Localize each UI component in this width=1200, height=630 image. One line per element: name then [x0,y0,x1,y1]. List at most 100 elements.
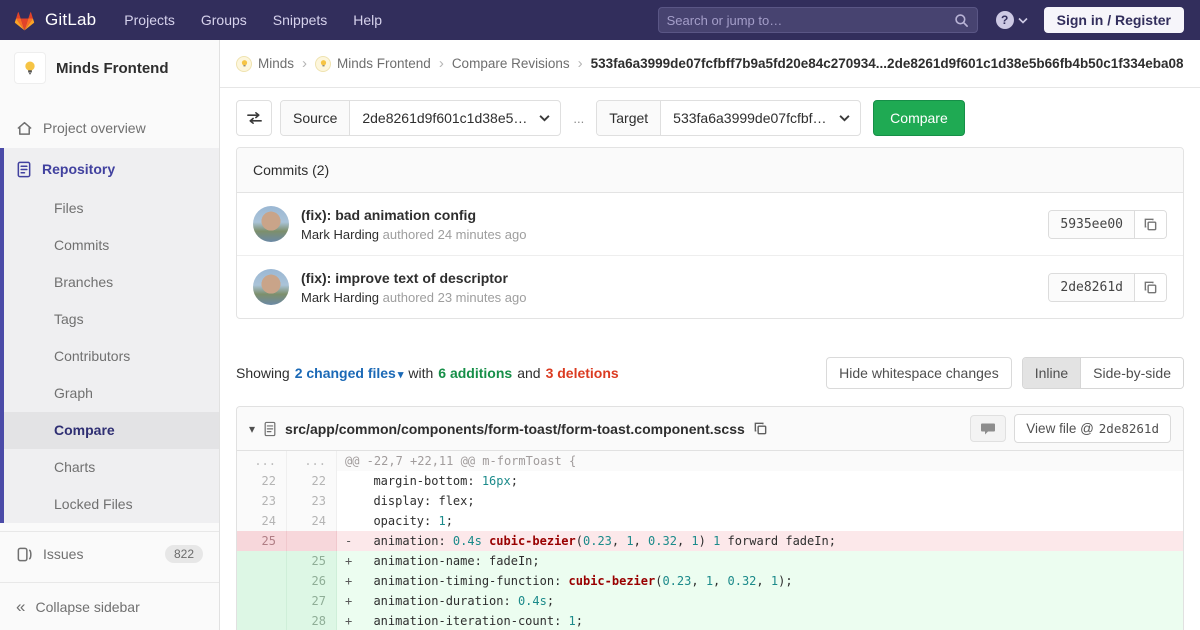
diff-line: 2323 display: flex; [237,491,1183,511]
new-line-number[interactable]: 23 [287,491,337,511]
minds-avatar [236,56,252,72]
gitlab-home-link[interactable]: GitLab [12,8,96,33]
chevron-right-icon: › [302,55,307,72]
old-line-number[interactable] [237,571,287,591]
side-by-side-view-button[interactable]: Side-by-side [1080,358,1183,388]
content-area: Source 2de8261d9f601c1d38e5… ... Target … [220,100,1200,630]
sidebar-nav: Project overview Repository Files Commit… [0,108,219,576]
old-line-number[interactable]: 24 [237,511,287,531]
commit-title-link[interactable]: (fix): bad animation config [301,207,526,223]
project-avatar [14,52,46,84]
diff-code: opacity: 1; [337,511,1183,531]
new-line-number[interactable] [287,531,337,551]
old-line-number[interactable]: 23 [237,491,287,511]
chevron-right-icon: › [439,55,444,72]
commit-meta-text: authored 24 minutes ago [383,227,527,242]
breadcrumb-minds-frontend[interactable]: Minds Frontend [315,56,431,72]
sidebar-item-compare[interactable]: Compare [4,412,219,449]
issues-icon [16,546,33,563]
breadcrumb-compare-revisions[interactable]: Compare Revisions [452,56,570,71]
collapse-sidebar-button[interactable]: « Collapse sidebar [0,582,219,630]
diff-code: @@ -22,7 +22,11 @@ m-formToast { [337,451,1183,471]
commit-author-link[interactable]: Mark Harding [301,290,379,305]
help-menu[interactable]: ? [996,11,1028,29]
question-icon: ? [996,11,1014,29]
range-separator: ... [569,111,588,126]
new-line-number[interactable]: 24 [287,511,337,531]
document-icon [16,161,32,178]
new-line-number[interactable]: ... [287,451,337,471]
diff-line: 2424 opacity: 1; [237,511,1183,531]
sidebar-item-commits[interactable]: Commits [4,227,219,264]
sidebar-item-issues[interactable]: Issues 822 [0,532,219,576]
old-line-number[interactable] [237,591,287,611]
sidebar-item-project-overview[interactable]: Project overview [0,108,219,148]
home-icon [16,120,33,137]
commit-author-link[interactable]: Mark Harding [301,227,379,242]
old-line-number[interactable]: 25 [237,531,287,551]
view-file-sha: 2de8261d [1099,421,1159,436]
diff-sign [345,511,359,531]
old-line-number[interactable] [237,611,287,630]
hide-whitespace-button[interactable]: Hide whitespace changes [826,357,1012,389]
collapse-diff-caret[interactable]: ▾ [249,422,255,436]
diff-sign: + [345,591,359,611]
primary-nav: Projects Groups Snippets Help [124,12,382,28]
sidebar-item-branches[interactable]: Branches [4,264,219,301]
new-line-number[interactable]: 25 [287,551,337,571]
sidebar-item-locked-files[interactable]: Locked Files [4,486,219,523]
breadcrumb-minds[interactable]: Minds [236,56,294,72]
new-line-number[interactable]: 28 [287,611,337,630]
project-context[interactable]: Minds Frontend [0,40,219,94]
old-line-number[interactable]: ... [237,451,287,471]
sidebar-item-graph[interactable]: Graph [4,375,219,412]
commit-sha-link[interactable]: 2de8261d [1049,274,1134,301]
sign-in-register-button[interactable]: Sign in / Register [1044,7,1184,33]
compare-button[interactable]: Compare [873,100,965,136]
sidebar-item-contributors[interactable]: Contributors [4,338,219,375]
commit-row: (fix): bad animation config Mark Harding… [237,193,1183,255]
nav-link-snippets[interactable]: Snippets [273,12,327,28]
project-title: Minds Frontend [56,60,169,77]
old-line-number[interactable] [237,551,287,571]
sidebar-item-files[interactable]: Files [4,190,219,227]
diff-code: + animation-timing-function: cubic-bezie… [337,571,1183,591]
view-file-button[interactable]: View file @ 2de8261d [1014,414,1171,443]
changed-files-dropdown[interactable]: 2 changed files▾ [295,365,404,381]
commit-title-link[interactable]: (fix): improve text of descriptor [301,270,526,286]
diff-line: ......@@ -22,7 +22,11 @@ m-formToast { [237,451,1183,471]
diff-sign: + [345,611,359,630]
diff-code: display: flex; [337,491,1183,511]
sidebar-item-charts[interactable]: Charts [4,449,219,486]
nav-link-help[interactable]: Help [353,12,382,28]
page: GitLab Projects Groups Snippets Help ? [0,0,1200,630]
commit-sha-link[interactable]: 5935ee00 [1049,211,1134,238]
source-ref-dropdown[interactable]: Source 2de8261d9f601c1d38e5… [280,100,561,136]
new-line-number[interactable]: 27 [287,591,337,611]
nav-link-groups[interactable]: Groups [201,12,247,28]
new-line-number[interactable]: 22 [287,471,337,491]
diff-code: + animation-name: fadeIn; [337,551,1183,571]
toggle-comments-button[interactable] [970,415,1006,442]
nav-link-projects[interactable]: Projects [124,12,175,28]
diff-sign: + [345,551,359,571]
inline-view-button[interactable]: Inline [1023,358,1080,388]
author-avatar[interactable] [253,206,289,242]
sidebar-item-repository[interactable]: Repository [4,148,219,190]
copy-sha-button[interactable] [1134,274,1166,301]
copy-sha-button[interactable] [1134,211,1166,238]
search-box[interactable] [658,7,978,33]
chevron-down-icon [839,114,860,122]
author-avatar[interactable] [253,269,289,305]
search-input[interactable] [667,13,954,28]
target-ref-dropdown[interactable]: Target 533fa6a3999de07fcfbf… [596,100,861,136]
old-line-number[interactable]: 22 [237,471,287,491]
issues-count-badge: 822 [165,545,203,563]
breadcrumb: Minds › Minds Frontend › Compare Revisio… [220,40,1200,88]
sidebar-item-tags[interactable]: Tags [4,301,219,338]
chevron-down-icon [1018,17,1028,24]
swap-revisions-button[interactable] [236,100,272,136]
new-line-number[interactable]: 26 [287,571,337,591]
breadcrumb-current-sha: 533fa6a3999de07fcfbff7b9a5fd20e84c270934… [591,56,1184,71]
copy-path-button[interactable] [753,421,768,436]
